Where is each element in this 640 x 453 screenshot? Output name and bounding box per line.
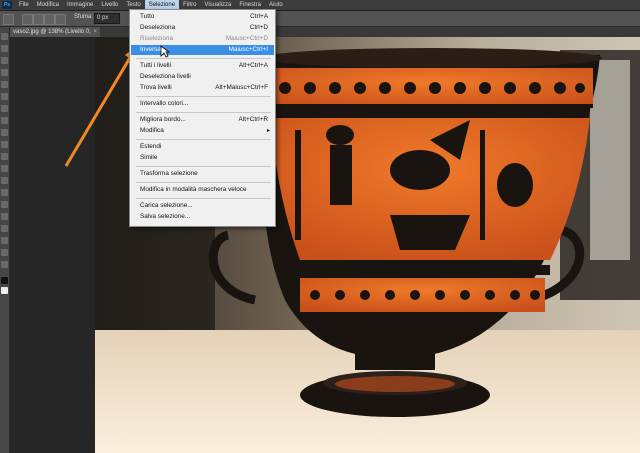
menu-separator [136, 166, 271, 167]
menu-separator [136, 182, 271, 183]
menu-separator [136, 96, 271, 97]
menu-item-simile[interactable]: Simile [131, 153, 274, 163]
menu-separator [136, 198, 271, 199]
menu-separator [136, 139, 271, 140]
menu-item-deseleziona[interactable]: Deseleziona Ctrl+D [131, 23, 274, 33]
annotation-arrow [64, 46, 137, 167]
menu-item-modifica[interactable]: Modifica ▸ [131, 126, 274, 136]
menu-item-migliora-bordo[interactable]: Migliora bordo... Alt+Ctrl+R [131, 115, 274, 125]
menu-separator [136, 112, 271, 113]
submenu-arrow-icon: ▸ [266, 128, 270, 134]
menu-item-trasforma-selezione[interactable]: Trasforma selezione [131, 169, 274, 179]
menu-item-tutto[interactable]: Tutto Ctrl+A [131, 12, 274, 22]
menu-item-intervallo-colori[interactable]: Intervallo colori... [131, 99, 274, 109]
menu-item-trova-livelli[interactable]: Trova livelli Alt+Maiusc+Ctrl+F [131, 83, 274, 93]
menu-separator [136, 58, 271, 59]
selection-menu: Tutto Ctrl+A Deseleziona Ctrl+D Riselezion… [129, 9, 276, 227]
menu-item-salva-selezione[interactable]: Salva selezione... [131, 212, 274, 222]
menu-item-estendi[interactable]: Estendi [131, 142, 274, 152]
menu-item-carica-selezione[interactable]: Carica selezione... [131, 201, 274, 211]
menu-item-inversa[interactable]: Inversa Maiusc+Ctrl+I [131, 45, 274, 55]
menu-item-riseleziona[interactable]: Riseleziona Maiusc+Ctrl+D [131, 34, 274, 44]
menu-item-deseleziona-livelli[interactable]: Deseleziona livelli [131, 72, 274, 82]
cursor-icon [160, 45, 170, 58]
menu-item-tutti-i-livelli[interactable]: Tutti i livelli Alt+Ctrl+A [131, 61, 274, 71]
menu-item-maschera-veloce[interactable]: Modifica in modalità maschera veloce [131, 185, 274, 195]
